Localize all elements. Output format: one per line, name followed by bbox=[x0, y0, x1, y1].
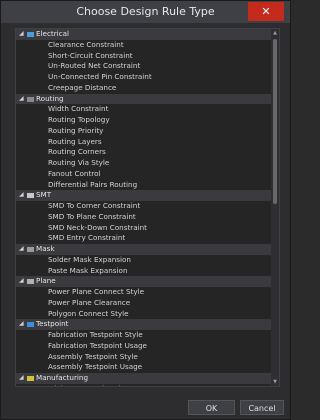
rule-type-item[interactable]: Assembly Testpoint Style bbox=[16, 352, 271, 363]
rule-type-item[interactable]: Un-Connected Pin Constraint bbox=[16, 72, 271, 83]
category-plane[interactable]: ◢ Plane bbox=[16, 276, 271, 287]
category-label: Testpoint bbox=[36, 319, 69, 329]
category-electrical[interactable]: ◢ Electrical bbox=[16, 29, 271, 40]
smt-icon bbox=[27, 193, 34, 199]
collapse-arrow-icon[interactable]: ◢ bbox=[19, 319, 24, 330]
collapse-arrow-icon[interactable]: ◢ bbox=[19, 94, 24, 105]
rule-type-item[interactable]: Power Plane Clearance bbox=[16, 298, 271, 309]
rule-type-tree-panel: ◢ Electrical Clearance Constraint Short-Cir… bbox=[15, 28, 280, 387]
rule-type-item[interactable]: SMD To Plane Constraint bbox=[16, 212, 271, 223]
dialog-footer: OK Cancel bbox=[1, 394, 290, 420]
rule-type-item[interactable]: SMD To Corner Constraint bbox=[16, 201, 271, 212]
rule-type-tree: ◢ Electrical Clearance Constraint Short-Cir… bbox=[16, 29, 271, 386]
rule-type-item[interactable]: Clearance Constraint bbox=[16, 40, 271, 51]
rule-type-item[interactable]: Creepage Distance bbox=[16, 83, 271, 94]
rule-type-item[interactable]: Differential Pairs Routing bbox=[16, 180, 271, 191]
routing-icon bbox=[27, 96, 34, 102]
rule-type-item[interactable]: Fanout Control bbox=[16, 169, 271, 180]
mask-icon bbox=[27, 247, 34, 252]
rule-type-item[interactable]: Fabrication Testpoint Style bbox=[16, 330, 271, 341]
rule-type-item[interactable]: Solder Mask Expansion bbox=[16, 255, 271, 266]
rule-type-item[interactable]: Fabrication Testpoint Usage bbox=[16, 341, 271, 352]
vertical-scrollbar[interactable]: ▲ ▼ bbox=[271, 29, 279, 386]
rule-type-item[interactable]: Assembly Testpoint Usage bbox=[16, 362, 271, 373]
rule-type-item[interactable]: Routing Via Style bbox=[16, 158, 271, 169]
category-manufacturing[interactable]: ◢ Manufacturing bbox=[16, 373, 271, 384]
category-label: Mask bbox=[36, 244, 55, 253]
category-routing[interactable]: ◢ Routing bbox=[16, 93, 271, 105]
rule-type-item[interactable]: SMD Neck-Down Constraint bbox=[16, 223, 271, 234]
rule-type-item[interactable]: Short-Circuit Constraint bbox=[16, 51, 271, 62]
category-smt[interactable]: ◢ SMT bbox=[16, 190, 271, 201]
category-label: Plane bbox=[36, 276, 56, 286]
collapse-arrow-icon[interactable]: ◢ bbox=[19, 276, 24, 287]
rule-type-item[interactable]: Paste Mask Expansion bbox=[16, 266, 271, 277]
rule-type-item[interactable]: Routing Priority bbox=[16, 126, 271, 137]
category-testpoint[interactable]: ◢ Testpoint bbox=[16, 319, 271, 330]
rule-type-item[interactable]: Routing Layers bbox=[16, 137, 271, 148]
testpoint-icon bbox=[27, 322, 34, 328]
category-label: Electrical bbox=[36, 29, 70, 38]
manufacturing-icon bbox=[27, 376, 34, 381]
cancel-button[interactable]: Cancel bbox=[240, 400, 284, 415]
rule-type-item[interactable]: Routing Topology bbox=[16, 115, 271, 126]
rule-type-item[interactable]: Un-Routed Net Constraint bbox=[16, 61, 271, 72]
category-label: SMT bbox=[36, 190, 52, 200]
collapse-arrow-icon[interactable]: ◢ bbox=[19, 29, 24, 40]
category-mask[interactable]: ◢ Mask bbox=[16, 244, 271, 255]
scrollbar-thumb[interactable] bbox=[273, 39, 277, 204]
title-bar[interactable]: Choose Design Rule Type ✕ bbox=[1, 1, 290, 23]
category-label: Manufacturing bbox=[36, 373, 89, 382]
rule-type-item[interactable]: Minimum Annular Ring bbox=[16, 384, 271, 386]
category-label: Routing bbox=[36, 93, 64, 103]
rule-type-item[interactable]: SMD Entry Constraint bbox=[16, 233, 271, 244]
rule-type-item[interactable]: Power Plane Connect Style bbox=[16, 287, 271, 298]
rule-type-item[interactable]: Routing Corners bbox=[16, 147, 271, 158]
ok-button[interactable]: OK bbox=[188, 400, 235, 415]
collapse-arrow-icon[interactable]: ◢ bbox=[19, 190, 24, 201]
scroll-down-arrow-icon[interactable]: ▼ bbox=[271, 378, 279, 386]
close-button[interactable]: ✕ bbox=[248, 2, 284, 21]
scroll-up-arrow-icon[interactable]: ▲ bbox=[271, 29, 279, 37]
rule-type-item[interactable]: Width Constraint bbox=[16, 104, 271, 115]
collapse-arrow-icon[interactable]: ◢ bbox=[19, 373, 24, 384]
dialog-title: Choose Design Rule Type bbox=[76, 5, 215, 18]
rule-type-item[interactable]: Polygon Connect Style bbox=[16, 309, 271, 320]
plane-icon bbox=[27, 279, 34, 285]
choose-design-rule-dialog: Choose Design Rule Type ✕ ◢ Electrical Cle… bbox=[0, 0, 291, 420]
collapse-arrow-icon[interactable]: ◢ bbox=[19, 244, 24, 255]
electrical-icon bbox=[27, 32, 34, 37]
